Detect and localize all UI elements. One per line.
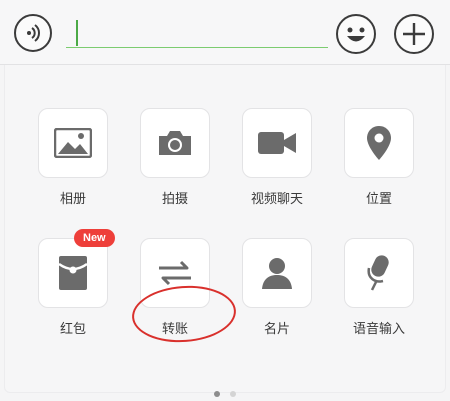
voice-icon	[27, 24, 40, 42]
more-button[interactable]	[394, 14, 434, 54]
plus-icon	[403, 23, 425, 45]
voice-button[interactable]	[14, 14, 52, 52]
album-tile[interactable]	[38, 108, 108, 178]
text-caret	[76, 20, 78, 46]
transfer-icon	[159, 260, 191, 286]
grid-item-voice-input[interactable]: 语音输入	[334, 238, 424, 337]
camera-tile[interactable]	[140, 108, 210, 178]
grid-item-camera[interactable]: 拍摄	[130, 108, 220, 207]
video-chat-label: 视频聊天	[250, 192, 303, 207]
red-packet-label: 红包	[59, 322, 86, 337]
page-dot-active[interactable]	[214, 391, 220, 397]
page-indicator	[0, 382, 450, 401]
red-packet-tile[interactable]	[38, 238, 108, 308]
video-icon	[258, 132, 296, 154]
location-icon	[367, 126, 391, 160]
grid-item-album[interactable]: 相册	[28, 108, 118, 207]
chat-input-bar	[0, 0, 450, 65]
emoji-icon	[347, 27, 365, 42]
video-chat-tile[interactable]	[242, 108, 312, 178]
voice-input-label: 语音输入	[352, 322, 405, 337]
contact-card-icon	[262, 258, 292, 289]
grid-item-red-packet[interactable]: 红包	[28, 238, 118, 337]
location-label: 位置	[365, 192, 392, 207]
contact-card-label: 名片	[263, 322, 290, 337]
photo-icon	[54, 128, 92, 158]
new-badge: New	[74, 229, 115, 247]
message-input[interactable]	[66, 18, 328, 48]
emoji-button[interactable]	[336, 14, 376, 54]
page-dot-inactive[interactable]	[230, 391, 236, 397]
grid-item-location[interactable]: 位置	[334, 108, 424, 207]
voice-input-tile[interactable]	[344, 238, 414, 308]
camera-label: 拍摄	[161, 192, 188, 207]
camera-icon	[159, 131, 191, 155]
grid-item-video-chat[interactable]: 视频聊天	[232, 108, 322, 207]
location-tile[interactable]	[344, 108, 414, 178]
microphone-icon	[367, 255, 389, 291]
contact-card-tile[interactable]	[242, 238, 312, 308]
grid-item-contact-card[interactable]: 名片	[232, 238, 322, 337]
album-label: 相册	[59, 192, 86, 207]
red-packet-icon	[58, 256, 88, 290]
